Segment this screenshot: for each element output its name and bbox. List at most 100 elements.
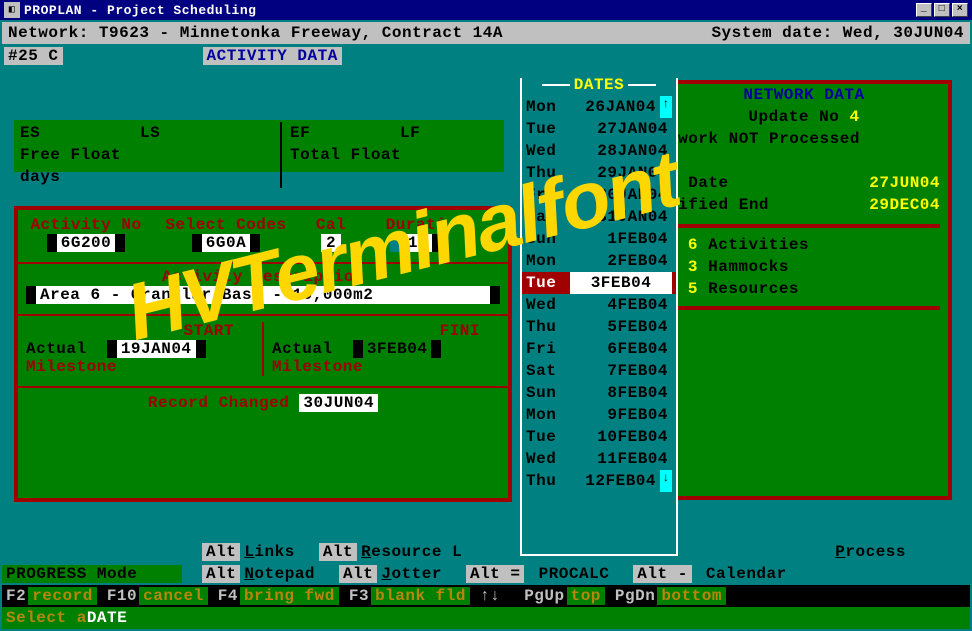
duration-field[interactable]: 15: [390, 234, 442, 252]
finish-milestone-label: Milestone: [272, 358, 500, 376]
date-value: 12FEB04: [570, 470, 660, 492]
date-dow: Sat: [526, 206, 570, 228]
sysdate-label: System date:: [711, 24, 832, 42]
activity-data-title: ACTIVITY DATA: [203, 47, 342, 65]
activity-no-field[interactable]: 6G200: [47, 234, 126, 252]
key-action[interactable]: cancel: [139, 587, 208, 605]
date-row[interactable]: Fri30JAN04: [522, 184, 676, 206]
date-value: 4FEB04: [570, 294, 672, 316]
description-field[interactable]: Area 6 - Granular Base - 10,000m2: [26, 286, 500, 304]
date-row[interactable]: Thu5FEB04: [522, 316, 676, 338]
alt-notepad[interactable]: Alt: [202, 565, 240, 583]
date-row[interactable]: Wed28JAN04: [522, 140, 676, 162]
date-row[interactable]: Sat7FEB04: [522, 360, 676, 382]
header-row: Network: T9623 - Minnetonka Freeway, Con…: [2, 22, 970, 44]
floats-panel: ES LS EF LF Free Float days Total Float: [14, 120, 504, 172]
date-row[interactable]: Wed11FEB04: [522, 448, 676, 470]
date-value: 10FEB04: [570, 426, 672, 448]
scroll-down-icon[interactable]: ↓: [660, 470, 672, 492]
key-label: F4: [216, 587, 240, 605]
date-value: 11FEB04: [570, 448, 672, 470]
alt-jotter[interactable]: Alt: [339, 565, 377, 583]
record-indicator: #25 C: [4, 47, 63, 65]
date-row[interactable]: Thu29JAN04: [522, 162, 676, 184]
select-codes-field[interactable]: 6G0A: [192, 234, 260, 252]
finish-actual-field[interactable]: 3FEB04: [353, 340, 442, 358]
cal-field[interactable]: 2: [321, 234, 341, 252]
key-label: F10: [105, 587, 139, 605]
sysdate-header: System date: Wed, 30JUN04: [711, 24, 964, 42]
date-dow: Mon: [526, 96, 570, 118]
date-dow: Sun: [526, 382, 570, 404]
start-milestone-label: Milestone: [26, 358, 254, 376]
date-value: 6FEB04: [570, 338, 672, 360]
alt-calendar[interactable]: Alt -: [633, 565, 692, 583]
date-dow: Tue: [526, 118, 570, 140]
dates-picker[interactable]: DATES Mon26JAN04↑Tue27JAN04Wed28JAN04Thu…: [520, 78, 678, 556]
key-label: F3: [347, 587, 371, 605]
ef-label: EF: [280, 122, 400, 144]
date-value: 28JAN04: [570, 140, 672, 162]
date-value: 1FEB04: [570, 228, 672, 250]
record-changed-row: Record Changed 30JUN04: [18, 394, 508, 412]
date-value: 9FEB04: [570, 404, 672, 426]
network-processed: twork NOT Processed: [668, 128, 940, 150]
date-row[interactable]: Mon26JAN04↑: [522, 96, 676, 118]
date-dow: Wed: [526, 294, 570, 316]
scroll-up-icon[interactable]: ↑: [660, 96, 672, 118]
date-dow: Thu: [526, 162, 570, 184]
close-button[interactable]: ×: [952, 3, 968, 17]
alt-process[interactable]: Process: [831, 543, 910, 561]
date-row[interactable]: Wed4FEB04: [522, 294, 676, 316]
update-no-value: 4: [849, 108, 859, 126]
activity-no-label: Activity No: [26, 216, 146, 234]
date-row[interactable]: Tue10FEB04: [522, 426, 676, 448]
date-value: 2FEB04: [570, 250, 672, 272]
date-row[interactable]: Tue27JAN04: [522, 118, 676, 140]
bottom-bars: AltLinks AltResource L Process PROGRESS …: [2, 541, 970, 629]
key-label: PgUp: [522, 587, 566, 605]
date-dow: Mon: [526, 404, 570, 426]
date-dow: Fri: [526, 184, 570, 206]
network-header: Network: T9623 - Minnetonka Freeway, Con…: [8, 24, 711, 42]
minimize-button[interactable]: _: [916, 3, 932, 17]
window-title: PROPLAN - Project Scheduling: [24, 3, 914, 18]
date-row[interactable]: Sun8FEB04: [522, 382, 676, 404]
alt-resource[interactable]: Alt: [319, 543, 357, 561]
key-action[interactable]: top: [567, 587, 605, 605]
key-action[interactable]: record: [28, 587, 97, 605]
progress-mode-label: PROGRESS Mode: [2, 565, 182, 583]
alt-row-1: AltLinks AltResource L Process: [2, 541, 970, 563]
start-label: START: [26, 322, 254, 340]
date-row[interactable]: Mon9FEB04: [522, 404, 676, 426]
record-changed-label: Record Changed: [148, 394, 289, 412]
date-value: 7FEB04: [570, 360, 672, 382]
network-data-frame: NETWORK DATA Update No 4 twork NOT Proce…: [656, 80, 952, 500]
alt-procalc[interactable]: Alt =: [466, 565, 525, 583]
key-action[interactable]: bring fwd: [240, 587, 339, 605]
date-row[interactable]: Tue3FEB04: [522, 272, 676, 294]
duration-label: Durati: [366, 216, 466, 234]
date-row[interactable]: Thu12FEB04↓: [522, 470, 676, 492]
lf-label: LF: [400, 122, 420, 144]
es-label: ES: [20, 122, 140, 144]
date-dow: Thu: [526, 470, 570, 492]
maximize-button[interactable]: □: [934, 3, 950, 17]
key-label: ↑↓: [478, 587, 502, 605]
start-actual-field[interactable]: 19JAN04: [107, 340, 206, 358]
date-dow: Thu: [526, 316, 570, 338]
app-icon: ◧: [4, 2, 20, 18]
key-action[interactable]: blank fld: [371, 587, 470, 605]
alt-links[interactable]: Alt: [202, 543, 240, 561]
status-prefix: Select a: [6, 609, 87, 627]
date-dow: Tue: [526, 272, 570, 294]
record-changed-value: 30JUN04: [299, 394, 378, 412]
date-row[interactable]: Sat31JAN04: [522, 206, 676, 228]
days-label: days: [20, 166, 60, 188]
date-row[interactable]: Mon2FEB04: [522, 250, 676, 272]
totalfloat-label: Total Float: [280, 144, 401, 188]
date-row[interactable]: Fri6FEB04: [522, 338, 676, 360]
date-row[interactable]: Sun1FEB04: [522, 228, 676, 250]
key-action[interactable]: bottom: [657, 587, 726, 605]
hammocks-label: Hammocks: [708, 258, 789, 276]
